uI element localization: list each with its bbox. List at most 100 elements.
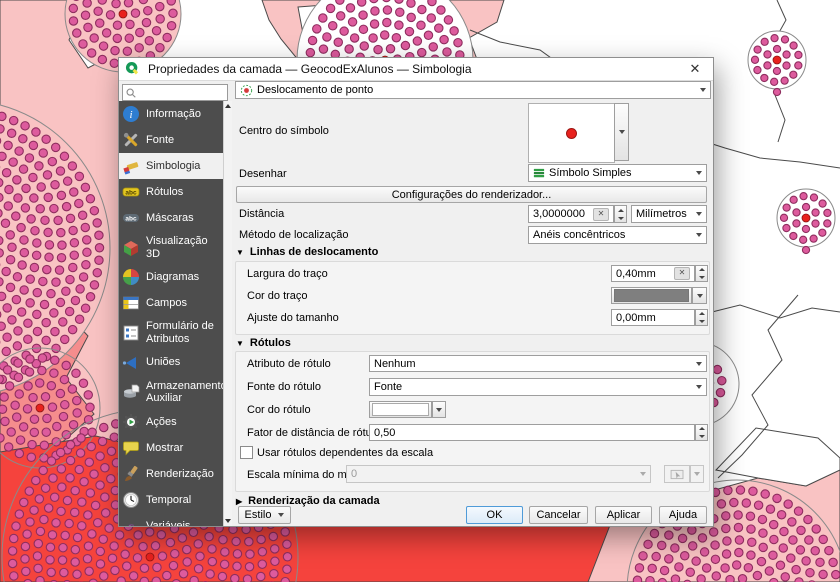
label-tag-icon: abc <box>122 183 140 201</box>
largura-stepper[interactable] <box>695 265 708 282</box>
fonte-rotulo-select[interactable]: Fonte <box>369 378 707 396</box>
sidebar-item-variaveis[interactable]: ε Variáveis <box>119 513 223 526</box>
sidebar-item-mascaras[interactable]: abc Máscaras <box>119 205 223 231</box>
chevron-down-icon <box>697 294 703 298</box>
sidebar-item-simbologia[interactable]: Simbologia <box>119 153 223 179</box>
form-icon <box>122 324 140 342</box>
chevron-down-icon <box>700 88 706 92</box>
center-symbol-preview[interactable] <box>528 103 615 163</box>
distancia-unit-select[interactable]: Milímetros <box>631 205 707 223</box>
fator-value: 0,50 <box>374 427 395 439</box>
chevron-down-icon <box>694 472 700 476</box>
sidebar-item-rotulos[interactable]: abc Rótulos <box>119 179 223 205</box>
section-linhas-deslocamento[interactable]: ▼ Linhas de deslocamento <box>236 246 378 258</box>
scroll-up-icon[interactable] <box>225 104 231 108</box>
join-triangle-icon <box>122 354 140 372</box>
help-label: Ajuda <box>669 509 697 521</box>
sidebar-item-label: Temporal <box>146 494 191 507</box>
fator-input[interactable]: 0,50 <box>369 424 695 441</box>
sidebar-item-label: Simbologia <box>146 160 200 173</box>
scroll-down-icon[interactable] <box>225 519 231 523</box>
sidebar-item-label: Ações <box>146 416 177 429</box>
ajuste-stepper[interactable] <box>695 309 708 326</box>
search-input[interactable] <box>139 86 223 99</box>
cancel-button[interactable]: Cancelar <box>529 506 588 524</box>
sidebar-search[interactable] <box>122 84 228 101</box>
section-expanded-icon: ▼ <box>236 339 244 348</box>
sidebar-item-temporal[interactable]: Temporal <box>119 487 223 513</box>
sidebar-item-mostrar[interactable]: Mostrar <box>119 435 223 461</box>
qgis-logo-icon <box>124 60 142 78</box>
sidebar-item-campos[interactable]: Campos <box>119 290 223 316</box>
sidebar-item-diagramas[interactable]: Diagramas <box>119 264 223 290</box>
metodo-select[interactable]: Anéis concêntricos <box>528 226 707 244</box>
distancia-value: 3,0000000 <box>533 208 585 220</box>
ajuste-input[interactable]: 0,00mm <box>611 309 695 326</box>
gear-action-icon <box>122 413 140 431</box>
distancia-unit-value: Milímetros <box>636 208 687 220</box>
cor-traco-swatch <box>614 289 689 302</box>
centro-simbolo-label: Centro do símbolo <box>239 125 329 137</box>
apply-label: Aplicar <box>607 509 641 521</box>
ok-label: OK <box>487 509 503 521</box>
renderer-type-select[interactable]: Deslocamento de ponto <box>235 81 711 99</box>
atributo-select[interactable]: Nenhum <box>369 355 707 372</box>
clear-icon[interactable]: ✕ <box>674 267 690 280</box>
chevron-down-icon <box>696 362 702 366</box>
mask-abc-icon: abc <box>122 209 140 227</box>
close-icon[interactable]: ✕ <box>682 58 708 80</box>
sidebar-item-acoes[interactable]: Ações <box>119 409 223 435</box>
sidebar-item-armazenamento-auxiliar[interactable]: Armazenamento Auxiliar <box>119 376 223 409</box>
renderer-settings-button[interactable]: Configurações do renderizador... <box>236 186 707 203</box>
speech-bubble-icon <box>122 439 140 457</box>
chevron-down-icon <box>696 385 702 389</box>
sidebar-item-fonte[interactable]: Fonte <box>119 127 223 153</box>
apply-button[interactable]: Aplicar <box>595 506 652 524</box>
cor-traco-label: Cor do traço <box>247 290 308 302</box>
metodo-value: Anéis concêntricos <box>533 229 625 241</box>
fator-stepper[interactable] <box>695 424 708 441</box>
section-rotulos[interactable]: ▼ Rótulos <box>236 337 291 349</box>
sidebar-item-renderizacao[interactable]: Renderização <box>119 461 223 487</box>
ajuste-value: 0,00mm <box>616 312 656 324</box>
distancia-input[interactable]: 3,0000000 ✕ <box>528 205 614 223</box>
fonte-rotulo-label: Fonte do rótulo <box>247 381 321 393</box>
chevron-down-icon <box>436 408 442 412</box>
sidebar-item-label: Máscaras <box>146 212 194 225</box>
sidebar-scrollbar[interactable] <box>223 101 232 526</box>
chevron-down-icon <box>696 233 702 237</box>
pie-chart-icon <box>122 268 140 286</box>
set-to-canvas-scale-button[interactable] <box>664 465 690 483</box>
desenhar-select[interactable]: Símbolo Simples <box>528 164 707 182</box>
sidebar-item-informacao[interactable]: i Informação <box>119 101 223 127</box>
cor-rotulo-dropdown-button[interactable] <box>432 401 446 418</box>
section-expanded-icon: ▼ <box>236 248 244 257</box>
sidebar-item-unioes[interactable]: Uniões <box>119 350 223 376</box>
render-brush-icon <box>122 465 140 483</box>
cor-traco-dropdown-button[interactable] <box>692 287 707 304</box>
sidebar-item-label: Visualização 3D <box>146 235 220 260</box>
sidebar-item-formulario-de-atributos[interactable]: Formulário de Atributos <box>119 316 223 349</box>
escala-minima-select[interactable]: 0 <box>346 465 651 483</box>
cor-traco-color-button[interactable] <box>611 287 692 304</box>
ok-button[interactable]: OK <box>466 506 523 524</box>
map-extent-icon <box>670 469 685 480</box>
cor-rotulo-color-button[interactable] <box>369 401 432 418</box>
scale-dropdown-button[interactable] <box>690 465 704 483</box>
center-symbol-dropdown-button[interactable] <box>614 103 629 161</box>
section-rotulos-label: Rótulos <box>250 337 291 349</box>
help-button[interactable]: Ajuda <box>659 506 707 524</box>
sidebar-item-visualizacao-3d[interactable]: Visualização 3D <box>119 231 223 264</box>
usar-escala-checkbox[interactable] <box>240 446 253 459</box>
distancia-stepper[interactable] <box>614 205 627 223</box>
sidebar-item-label: Formulário de Atributos <box>146 320 220 345</box>
usar-escala-label: Usar rótulos dependentes da escala <box>257 447 433 459</box>
largura-input[interactable]: 0,40mm ✕ <box>611 265 695 282</box>
svg-text:ε: ε <box>128 520 134 526</box>
dialog-titlebar: Propriedades da camada — GeocodExAlunos … <box>119 58 713 81</box>
estilo-button[interactable]: Estilo <box>238 506 291 524</box>
estilo-label: Estilo <box>245 509 272 521</box>
largura-value: 0,40mm <box>616 268 656 280</box>
chevron-down-icon <box>696 171 702 175</box>
clear-icon[interactable]: ✕ <box>593 208 609 221</box>
